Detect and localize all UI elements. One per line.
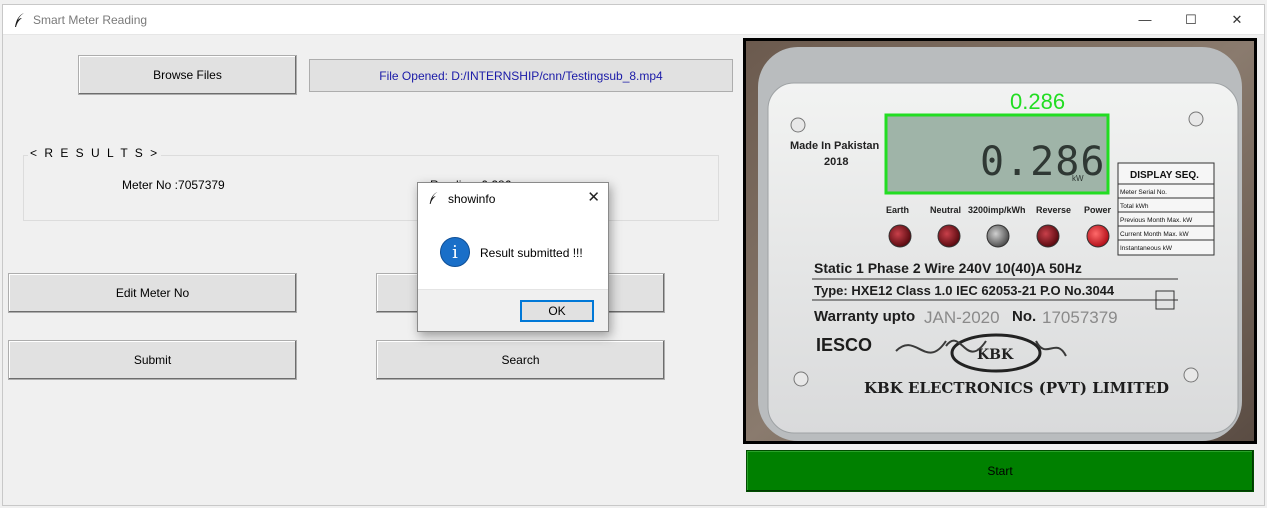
maximize-button[interactable]: ☐ xyxy=(1168,5,1214,34)
led-earth xyxy=(888,224,912,248)
info-icon: i xyxy=(440,237,470,267)
display-seq-item: Current Month Max. kW xyxy=(1120,231,1189,238)
results-legend: < R E S U L T S > xyxy=(28,146,162,160)
ok-button[interactable]: OK xyxy=(520,300,594,322)
led-neutral xyxy=(937,224,961,248)
dialog-title: showinfo xyxy=(448,192,496,206)
screw xyxy=(1183,367,1199,383)
window-title: Smart Meter Reading xyxy=(33,13,148,27)
minimize-button[interactable]: — xyxy=(1122,5,1168,34)
start-button[interactable]: Start xyxy=(746,450,1254,492)
detected-value: 0.286 xyxy=(1010,89,1065,114)
brand-left: IESCO xyxy=(816,335,872,355)
led-label: 3200imp/kWh xyxy=(968,205,1026,215)
feather-icon xyxy=(429,192,438,204)
warranty-label: Warranty upto xyxy=(814,308,915,325)
manufacturer: KBK ELECTRONICS (PVT) LIMITED xyxy=(864,379,1169,397)
display-seq-title: DISPLAY SEQ. xyxy=(1130,170,1199,181)
led-reverse xyxy=(1036,224,1060,248)
spec-line-1: Static 1 Phase 2 Wire 240V 10(40)A 50Hz xyxy=(814,260,1082,276)
dialog-close-icon[interactable]: ✕ xyxy=(587,188,600,206)
warranty-date: JAN-2020 xyxy=(924,308,1000,327)
dialog-message: Result submitted !!! xyxy=(480,246,583,260)
title-bar: Smart Meter Reading — ☐ ✕ xyxy=(3,5,1264,35)
feather-icon xyxy=(15,13,24,27)
led-power xyxy=(1086,224,1110,248)
display-seq-item: Total kWh xyxy=(1120,203,1149,210)
led-label: Reverse xyxy=(1036,205,1071,215)
screw xyxy=(790,117,806,133)
meter-no-value: Meter No :7057379 xyxy=(122,178,225,192)
led-label: Earth xyxy=(886,205,909,215)
video-frame: Made In Pakistan 2018 0.286 0.286 kW DIS… xyxy=(743,38,1257,444)
display-seq-item: Previous Month Max. kW xyxy=(1120,217,1193,224)
screw xyxy=(793,371,809,387)
lcd-unit: kW xyxy=(1072,174,1084,183)
led-label: Neutral xyxy=(930,205,961,215)
lcd-digits: 0.286 xyxy=(980,139,1105,185)
meter-image: Made In Pakistan 2018 0.286 0.286 kW DIS… xyxy=(746,41,1254,441)
kbk-logo-text: KBK xyxy=(977,347,1014,363)
edit-meter-no-button[interactable]: Edit Meter No xyxy=(8,273,297,313)
year-text: 2018 xyxy=(824,156,848,168)
display-seq-item: Meter Serial No. xyxy=(1120,189,1167,196)
serial-label: No. xyxy=(1012,308,1036,325)
close-button[interactable]: ✕ xyxy=(1214,5,1260,34)
led-label: Power xyxy=(1084,205,1112,215)
display-seq-item: Instantaneous kW xyxy=(1120,245,1173,252)
search-button[interactable]: Search xyxy=(376,340,665,380)
dialog-footer: OK xyxy=(418,289,608,331)
made-in-text: Made In Pakistan xyxy=(790,140,880,152)
submit-button[interactable]: Submit xyxy=(8,340,297,380)
showinfo-dialog: showinfo ✕ i Result submitted !!! OK xyxy=(417,182,609,332)
serial-value: 17057379 xyxy=(1042,308,1118,327)
spec-line-2: Type: HXE12 Class 1.0 IEC 62053-21 P.O N… xyxy=(814,283,1115,298)
file-opened-label: File Opened: D:/INTERNSHIP/cnn/Testingsu… xyxy=(309,59,733,92)
screw xyxy=(1188,111,1204,127)
led-imp xyxy=(986,224,1010,248)
browse-files-button[interactable]: Browse Files xyxy=(78,55,297,95)
